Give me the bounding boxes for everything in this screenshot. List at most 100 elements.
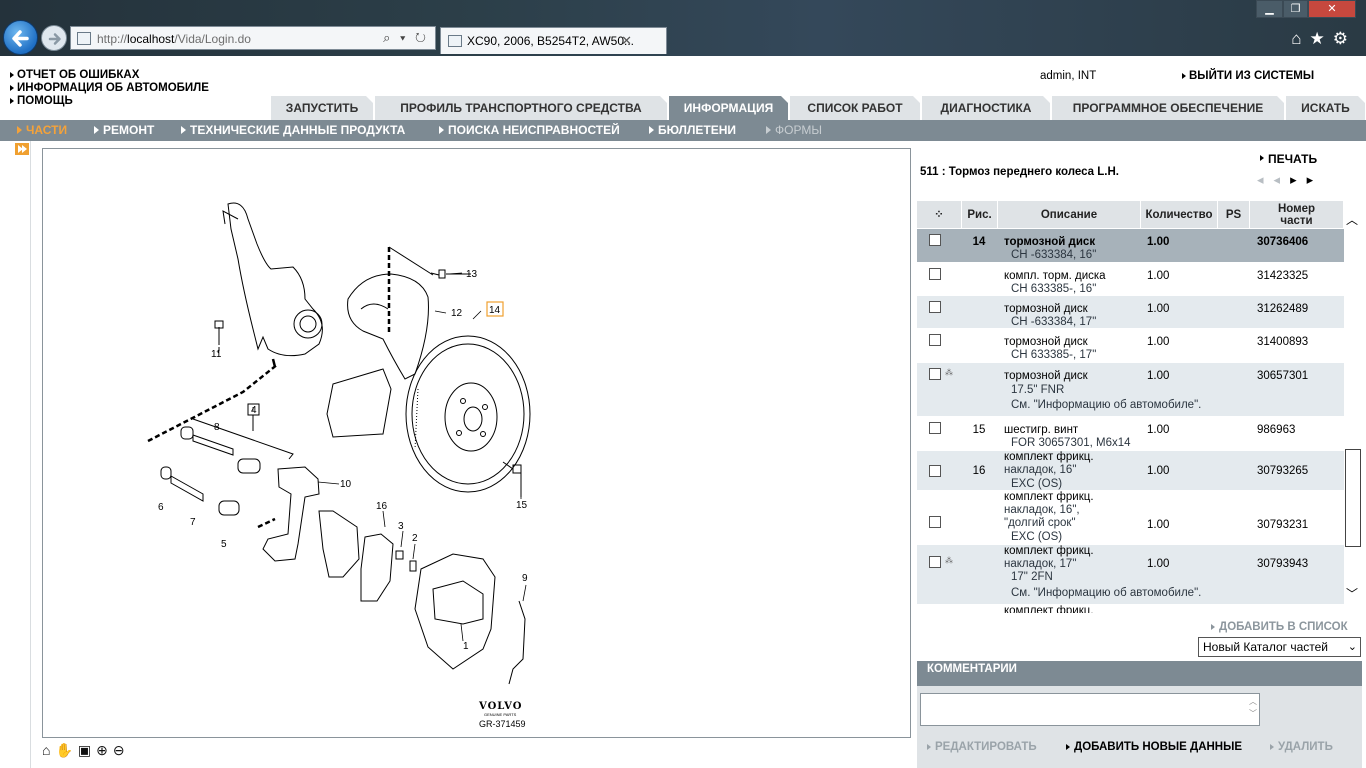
callout-6[interactable]: 6 [158, 502, 164, 513]
browser-toolbar-icons: ⌂★⚙ [1291, 29, 1356, 49]
menu-error-report[interactable]: ОТЧЕТ ОБ ОШИБКАХ [8, 69, 209, 82]
print-link[interactable]: ПЕЧАТЬ [1258, 152, 1317, 166]
info-star-icon: ⁂ [945, 556, 953, 565]
table-row[interactable]: компл. торм. диска CH 633385-, 16" 1.00 … [917, 263, 1344, 296]
home-icon[interactable]: ⌂ [42, 742, 52, 758]
minimize-icon[interactable]: ▁ [1256, 0, 1283, 18]
maximize-icon[interactable]: ❐ [1283, 0, 1308, 18]
menu-vehicle-info[interactable]: ИНФОРМАЦИЯ ОБ АВТОМОБИЛЕ [8, 82, 209, 95]
parts-table: 14 тормозной диск CH -633384, 16" 1.00 3… [917, 229, 1344, 613]
catalog-select[interactable]: Новый Каталог частей ⌄ [1198, 637, 1361, 657]
previous-page-icon: ◂◂ [1257, 172, 1291, 187]
diagram-code: GR-371459 [479, 719, 526, 729]
callout-11[interactable]: 11 [211, 349, 222, 360]
close-window-icon[interactable]: ✕ [1308, 0, 1356, 18]
subtab-repair[interactable]: РЕМОНТ [93, 120, 154, 141]
tab-start[interactable]: ЗАПУСТИТЬ [271, 96, 374, 120]
panel-title: 511 : Тормоз переднего колеса L.H. [920, 166, 1119, 178]
forward-arrow-icon[interactable] [41, 25, 67, 51]
row-checkbox[interactable] [929, 301, 941, 313]
browser-tab[interactable]: XC90, 2006, B5254T2, AW50... ✕ [440, 27, 667, 54]
tab-close-icon[interactable]: ✕ [621, 33, 632, 49]
table-row[interactable]: комплект фрикц. накладок, 16", "долгий с… [917, 491, 1344, 545]
row-checkbox[interactable] [929, 268, 941, 280]
add-new-data-button[interactable]: ДОБАВИТЬ НОВЫЕ ДАННЫЕ [1064, 741, 1242, 753]
home-icon[interactable]: ⌂ [1291, 29, 1309, 48]
row-checkbox[interactable] [929, 422, 941, 434]
row-checkbox[interactable] [929, 465, 941, 477]
tab-information[interactable]: ИНФОРМАЦИЯ [669, 96, 789, 120]
column-part-number: Номер части [1250, 201, 1344, 228]
tab-vehicle-profile[interactable]: ПРОФИЛЬ ТРАНСПОРТНОГО СРЕДСТВА [375, 96, 668, 120]
fit-page-icon[interactable]: ▣ [78, 742, 93, 759]
row-checkbox[interactable] [929, 368, 941, 380]
zoom-in-icon[interactable]: ⊕ [96, 742, 110, 759]
table-row[interactable]: тормозной диск CH 633385-, 17" 1.00 3140… [917, 329, 1344, 363]
table-row[interactable]: ⁂ тормозной диск 17.5" FNR См. "Информац… [917, 363, 1344, 417]
comments-header: КОММЕНТАРИИ [917, 661, 1362, 686]
column-pos: Рис. [962, 201, 998, 228]
callout-7[interactable]: 7 [190, 517, 196, 528]
table-row[interactable]: 14 тормозной диск CH -633384, 16" 1.00 3… [917, 229, 1344, 263]
tab-diagnostics[interactable]: ДИАГНОСТИКА [922, 96, 1051, 120]
callout-2[interactable]: 2 [412, 533, 418, 544]
top-menu: ОТЧЕТ ОБ ОШИБКАХ ИНФОРМАЦИЯ ОБ АВТОМОБИЛ… [8, 69, 209, 108]
tab-software[interactable]: ПРОГРАММНОЕ ОБЕСПЕЧЕНИЕ [1052, 96, 1285, 120]
gear-icon[interactable]: ⚙ [1333, 29, 1356, 48]
row-checkbox[interactable] [929, 556, 941, 568]
tab-page-icon [448, 35, 462, 47]
callout-16[interactable]: 16 [376, 501, 388, 512]
table-row[interactable]: комплект фрикц. [917, 605, 1344, 613]
tab-work-list[interactable]: СПИСОК РАБОТ [790, 96, 921, 120]
row-checkbox[interactable] [929, 334, 941, 346]
callout-12[interactable]: 12 [451, 308, 463, 319]
scroll-up-icon[interactable]: ︿ [1346, 211, 1358, 228]
callout-8[interactable]: 8 [214, 422, 220, 433]
callout-10[interactable]: 10 [340, 479, 352, 490]
row-checkbox[interactable] [929, 516, 941, 528]
zoom-out-icon[interactable]: ⊖ [113, 742, 127, 759]
next-page-icon[interactable]: ▸▸ [1290, 172, 1323, 187]
brand-sub: GENUINE PARTS [484, 712, 517, 717]
address-url[interactable]: http://localhost/Vida/Login.do [97, 32, 251, 46]
tab-search[interactable]: ИСКАТЬ [1286, 96, 1366, 120]
table-row[interactable]: 15 шестигр. винт FOR 30657301, M6x14 1.0… [917, 417, 1344, 451]
logout-link[interactable]: ВЫЙТИ ИЗ СИСТЕМЫ [1180, 70, 1314, 82]
address-tools-icons[interactable]: ⌕ ▾ ↻ [383, 30, 429, 46]
table-row[interactable]: тормозной диск CH -633384, 17" 1.00 3126… [917, 296, 1344, 329]
expand-arrow-icon[interactable] [15, 143, 29, 155]
callout-5[interactable]: 5 [221, 539, 227, 550]
table-row[interactable]: 16 комплект фрикц. накладок, 16" EXC (OS… [917, 451, 1344, 491]
back-arrow-icon[interactable] [3, 20, 38, 55]
table-row[interactable]: ⁂ комплект фрикц. накладок, 17" 17" 2FN … [917, 545, 1344, 605]
address-bar[interactable]: http://localhost/Vida/Login.do ⌕ ▾ ↻ [70, 26, 436, 50]
window-controls: ▁ ❐ ✕ [1256, 0, 1366, 20]
column-select: ⁘ [917, 201, 962, 228]
scroll-down-icon[interactable]: ﹀ [1346, 585, 1358, 602]
callout-3[interactable]: 3 [398, 521, 404, 532]
subtab-forms: ФОРМЫ [765, 120, 822, 141]
diagram-tools: ⌂ ✋ ▣ ⊕ ⊖ [42, 742, 130, 760]
callout-14[interactable]: 14 [489, 305, 501, 316]
callout-15[interactable]: 15 [516, 500, 528, 511]
callout-9[interactable]: 9 [522, 573, 528, 584]
parts-diagram[interactable]: 1 2 3 4 5 6 7 8 9 10 11 12 13 14 15 16 V… [42, 148, 911, 738]
callout-1[interactable]: 1 [463, 641, 469, 652]
menu-help[interactable]: ПОМОЩЬ [8, 95, 209, 108]
user-name: admin, INT [1040, 70, 1097, 82]
comment-textarea[interactable]: ︿ ﹀ [920, 693, 1260, 726]
subtab-tech-data[interactable]: ТЕХНИЧЕСКИЕ ДАННЫЕ ПРОДУКТА [180, 120, 405, 141]
scroll-thumb[interactable] [1345, 449, 1361, 547]
hand-pan-icon[interactable]: ✋ [55, 742, 74, 759]
callout-4[interactable]: 4 [251, 405, 257, 416]
callout-13[interactable]: 13 [466, 269, 478, 280]
chevron-down-icon: ⌄ [1347, 641, 1357, 653]
star-icon[interactable]: ★ [1310, 29, 1333, 48]
subtab-troubleshooting[interactable]: ПОИСКА НЕИСПРАВНОСТЕЙ [438, 120, 620, 141]
delete-button: УДАЛИТЬ [1268, 741, 1333, 753]
subtab-parts[interactable]: ЧАСТИ [16, 120, 67, 141]
row-checkbox[interactable] [929, 234, 941, 246]
column-quantity: Количество [1141, 201, 1218, 228]
parts-scrollbar[interactable]: ︿ ﹀ [1344, 201, 1362, 613]
subtab-bulletins[interactable]: БЮЛЛЕТЕНИ [648, 120, 736, 141]
